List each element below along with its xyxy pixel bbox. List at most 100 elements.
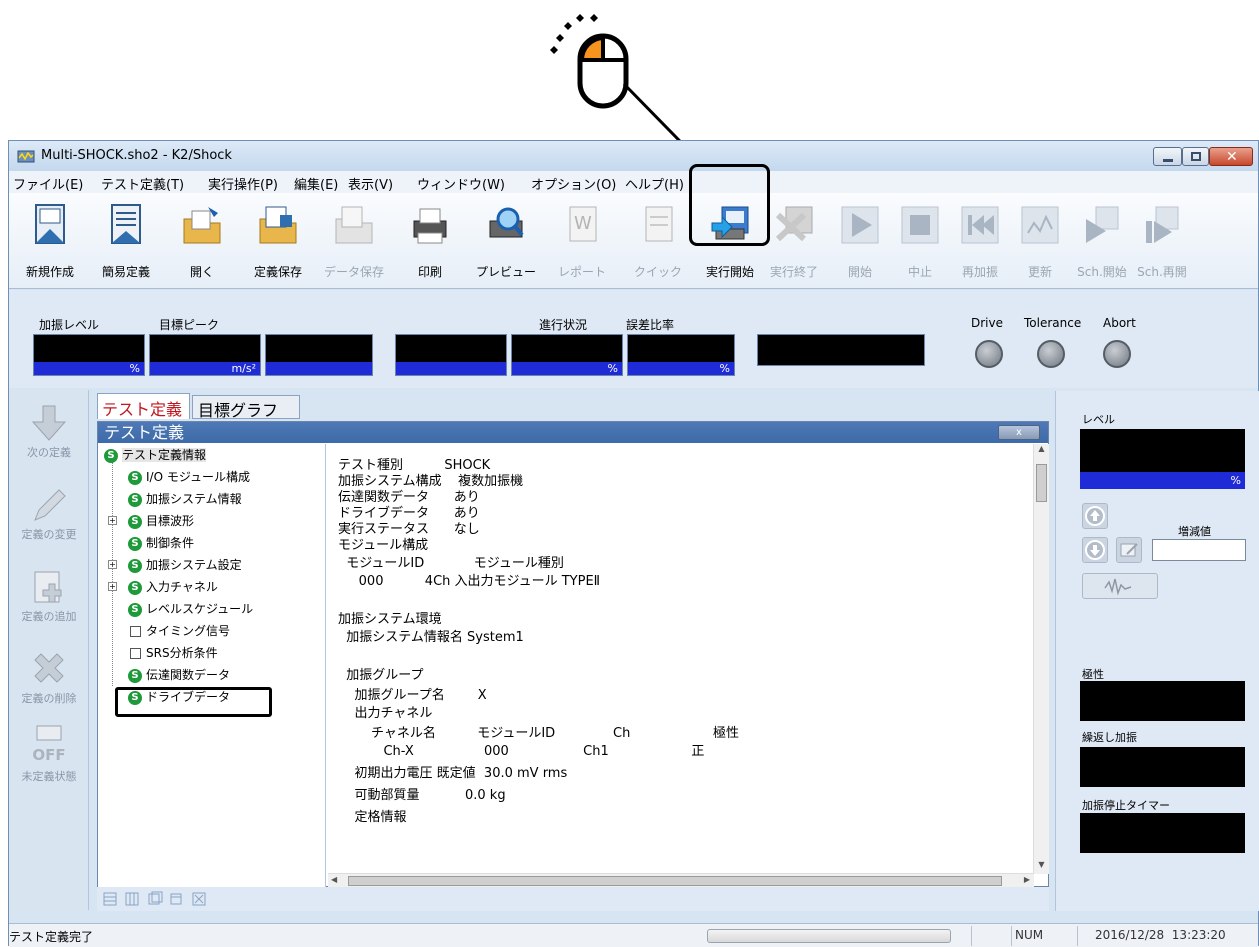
expand-icon[interactable]: + bbox=[108, 560, 117, 569]
waveform-button[interactable] bbox=[1082, 573, 1158, 599]
level-down-button[interactable] bbox=[1082, 537, 1108, 563]
menu-window[interactable]: ウィンドウ(W) bbox=[417, 174, 505, 193]
detail-line: モジュールID モジュール種別 bbox=[338, 556, 564, 571]
child-close-button[interactable]: x bbox=[998, 425, 1040, 440]
save-data-button[interactable]: データ保存 bbox=[319, 199, 389, 285]
delete-definition-button[interactable]: 定義の削除 bbox=[9, 650, 89, 706]
checkbox-icon bbox=[130, 648, 141, 659]
add-icon bbox=[34, 571, 62, 603]
detail-line: 000 4Ch 入出力モジュール TYPEⅡ bbox=[338, 574, 601, 589]
target-peak-meter: m/s² bbox=[149, 334, 261, 376]
run-start-highlight bbox=[689, 164, 770, 246]
quick-button[interactable]: クイック bbox=[623, 199, 693, 285]
tab-target-graph[interactable]: 目標グラフ bbox=[192, 395, 300, 420]
s-icon: S bbox=[128, 492, 142, 507]
tree-node-target-waveform[interactable]: S 目標波形 bbox=[128, 512, 194, 529]
maximize-button[interactable] bbox=[1182, 147, 1209, 166]
tree-node-test-info[interactable]: S テスト定義情報 bbox=[104, 446, 207, 463]
menu-edit[interactable]: 編集(E) bbox=[294, 174, 338, 193]
toolbar: 新規作成 簡易定義 開く 定義保存 データ保存 印刷 プレビュー W レポート bbox=[9, 193, 1258, 289]
horizontal-scrollbar[interactable]: ◀ ▶ bbox=[328, 873, 1034, 888]
drive-data-highlight bbox=[115, 687, 272, 717]
timer-display bbox=[1080, 813, 1245, 853]
status-bar: テスト定義完了 NUM 2016/12/28 13:23:20 bbox=[9, 923, 1258, 947]
tree-node-excitation-system-info[interactable]: S 加振システム情報 bbox=[128, 490, 242, 507]
edit-icon bbox=[1120, 543, 1138, 557]
open-folder-icon bbox=[183, 207, 221, 244]
app-window: Multi-SHOCK.sho2 - K2/Shock ✕ ファイル(E) テス… bbox=[8, 140, 1259, 947]
close-button[interactable]: ✕ bbox=[1209, 147, 1253, 166]
print-button[interactable]: 印刷 bbox=[395, 199, 465, 285]
save-definition-icon bbox=[259, 206, 297, 244]
tree-node-input-channel[interactable]: S 入力チャネル bbox=[128, 578, 218, 595]
simple-definition-button[interactable]: 簡易定義 bbox=[91, 199, 161, 285]
level-meter: % bbox=[33, 334, 145, 376]
s-icon: S bbox=[128, 602, 142, 617]
tree-node-io-module[interactable]: S I/O モジュール構成 bbox=[128, 468, 250, 485]
tree-node-control-condition[interactable]: S 制御条件 bbox=[128, 534, 194, 551]
rewind-icon bbox=[961, 206, 999, 244]
save-definition-button[interactable]: 定義保存 bbox=[243, 199, 313, 285]
detail-line: 出力チャネル bbox=[338, 706, 433, 721]
tile-icons[interactable] bbox=[103, 891, 223, 907]
detail-line: 可動部質量 0.0 kg bbox=[338, 788, 506, 803]
tree-node-excitation-system-setting[interactable]: S 加振システム設定 bbox=[128, 556, 242, 573]
tolerance-lamp bbox=[1037, 340, 1065, 368]
vertical-scrollbar[interactable]: ▲ ▼ bbox=[1033, 444, 1049, 874]
schedule-resume-button[interactable]: Sch.再開 bbox=[1127, 199, 1197, 285]
test-definition-window: テスト定義 x S テスト定義情報 S I/O モジュール構成 S 加振システム情報 … bbox=[97, 421, 1049, 888]
detail-line: 加振システム環境 bbox=[338, 612, 442, 627]
menu-file[interactable]: ファイル(E) bbox=[13, 174, 83, 193]
report-icon: W bbox=[569, 206, 597, 242]
level-up-button[interactable] bbox=[1082, 503, 1108, 529]
increment-label: 増減値 bbox=[1178, 525, 1211, 538]
s-icon: S bbox=[104, 448, 118, 463]
window-tile-toolbar bbox=[97, 887, 1049, 911]
new-document-icon bbox=[35, 204, 65, 244]
tree-node-level-schedule[interactable]: S レベルスケジュール bbox=[128, 600, 253, 617]
tree-node-transfer-function[interactable]: S 伝達関数データ bbox=[128, 666, 230, 683]
status-panel: 加振レベル 目標ピーク 進行状況 誤差比率 Drive Tolerance Ab… bbox=[9, 290, 1258, 388]
menu-test-definition[interactable]: テスト定義(T) bbox=[101, 174, 184, 193]
undefined-state-button[interactable]: OFF 未定義状態 bbox=[9, 724, 89, 784]
change-definition-button[interactable]: 定義の変更 bbox=[9, 486, 89, 542]
level-label: 加振レベル bbox=[39, 318, 100, 332]
report-button[interactable]: W レポート bbox=[547, 199, 617, 285]
menu-run-operation[interactable]: 実行操作(P) bbox=[208, 174, 278, 193]
expand-icon[interactable]: + bbox=[108, 516, 117, 525]
tab-test-definition[interactable]: テスト定義 bbox=[97, 393, 190, 419]
stop-icon bbox=[901, 206, 939, 244]
detail-line: 加振グループ名 X bbox=[338, 688, 487, 703]
next-definition-button[interactable]: 次の定義 bbox=[9, 404, 89, 460]
timer-label: 加振停止タイマー bbox=[1082, 799, 1170, 812]
s-icon: S bbox=[128, 580, 142, 595]
detail-line: Ch-X 000 Ch1 正 bbox=[338, 744, 705, 759]
increment-input[interactable] bbox=[1152, 539, 1246, 561]
tree-node-srs-analysis[interactable]: SRS分析条件 bbox=[130, 644, 218, 661]
progress-meter: % bbox=[511, 334, 623, 376]
save-data-icon bbox=[335, 206, 373, 244]
new-button[interactable]: 新規作成 bbox=[15, 199, 85, 285]
s-icon: S bbox=[128, 668, 142, 683]
edit-value-button[interactable] bbox=[1116, 537, 1142, 563]
menu-view[interactable]: 表示(V) bbox=[348, 174, 393, 193]
menu-options[interactable]: オプション(O) bbox=[531, 174, 616, 193]
up-circle-icon bbox=[1085, 506, 1105, 526]
open-button[interactable]: 開く bbox=[167, 199, 237, 285]
tree-node-timing-signal[interactable]: タイミング信号 bbox=[130, 622, 230, 639]
target-peak-label: 目標ピーク bbox=[159, 318, 220, 332]
add-definition-button[interactable]: 定義の追加 bbox=[9, 568, 89, 624]
expand-icon[interactable]: + bbox=[108, 582, 117, 591]
drive-lamp bbox=[975, 340, 1003, 368]
tolerance-label: Tolerance bbox=[1024, 316, 1082, 330]
child-window-title: テスト定義 bbox=[98, 422, 1048, 443]
preview-button[interactable]: プレビュー bbox=[471, 199, 541, 285]
right-panel: レベル % 増減値 極性 繰返し加振 加振停止タイマー bbox=[1055, 391, 1259, 911]
detail-line: モジュール構成 bbox=[338, 538, 429, 553]
menu-help[interactable]: ヘルプ(H) bbox=[625, 174, 684, 193]
minimize-button[interactable] bbox=[1153, 147, 1182, 166]
s-icon: S bbox=[128, 514, 142, 529]
abort-lamp bbox=[1103, 340, 1131, 368]
schedule-resume-icon bbox=[1146, 206, 1179, 243]
polarity-display bbox=[1080, 681, 1245, 721]
